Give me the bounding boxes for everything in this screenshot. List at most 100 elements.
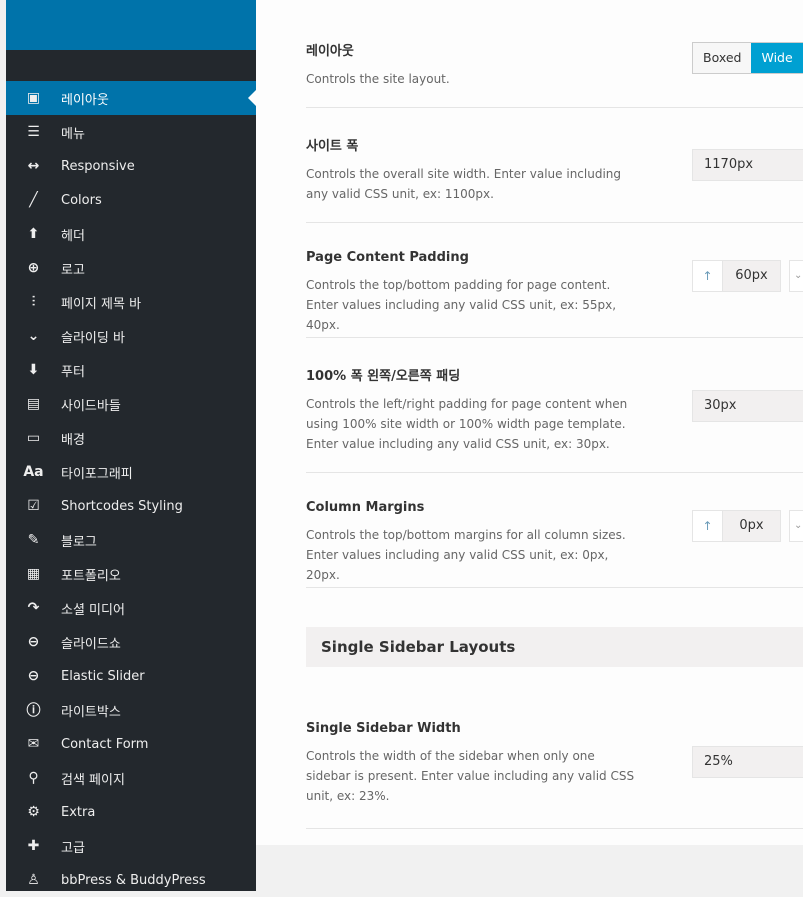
sidebar-item[interactable]: ✉ Contact Form bbox=[6, 727, 256, 761]
menu-icon: ☰ bbox=[27, 124, 40, 140]
sidebar-item[interactable]: ╱ Colors bbox=[6, 183, 256, 217]
page-padding-option: Page Content Padding Controls the top/bo… bbox=[306, 250, 803, 338]
sidebar-item-label: 배경 bbox=[61, 432, 85, 448]
sidebar-item[interactable]: ⊖ 슬라이드쇼 bbox=[6, 625, 256, 659]
sidebar-item[interactable]: ⓘ 라이트박스 bbox=[6, 693, 256, 727]
sidebar-item-label: 슬라이드쇼 bbox=[61, 636, 121, 652]
plus-circle-icon: ⊕ bbox=[27, 260, 40, 276]
options-menu: ▣ 레이아웃 ☰ 메뉴 ↔ Responsive ╱ Colors ⬆ 헤더 ⊕ 로고 ⫶ 페이지 제목 … bbox=[6, 81, 256, 897]
sidebar-item[interactable]: ⚲ 검색 페이지 bbox=[6, 761, 256, 795]
arrow-down-icon: ⬇ bbox=[27, 362, 40, 378]
boxed-button[interactable]: Boxed bbox=[693, 43, 752, 73]
edit-icon: ✎ bbox=[27, 532, 40, 548]
sidebar-item-label: 메뉴 bbox=[61, 126, 85, 142]
sidebar-item[interactable]: ✎ 블로그 bbox=[6, 523, 256, 557]
site-width-option: 사이트 폭 Controls the overall site width. E… bbox=[306, 135, 803, 223]
column-margins-input[interactable]: 0px bbox=[723, 510, 781, 542]
arrow-up-icon: ↑ bbox=[692, 260, 723, 292]
arrow-down-icon: ⌄ bbox=[789, 260, 803, 292]
arrow-down-icon: ⌄ bbox=[789, 510, 803, 542]
sidebar-item[interactable]: ☑ Shortcodes Styling bbox=[6, 489, 256, 523]
hundred-padding-input[interactable]: 30px bbox=[692, 390, 803, 422]
sidebar-item[interactable]: ⊖ Elastic Slider bbox=[6, 659, 256, 693]
brush-icon: ╱ bbox=[29, 192, 38, 208]
sidebar-item-label: bbPress & BuddyPress bbox=[61, 872, 206, 888]
options-sidebar: ▣ 레이아웃 ☰ 메뉴 ↔ Responsive ╱ Colors ⬆ 헤더 ⊕ 로고 ⫶ 페이지 제목 … bbox=[6, 0, 256, 891]
sidebar-item-label: 슬라이딩 바 bbox=[61, 330, 125, 346]
option-desc: Controls the top/bottom padding for page… bbox=[306, 278, 617, 332]
wide-button[interactable]: Wide bbox=[751, 43, 803, 73]
sidebar-item[interactable]: ✚ 고급 bbox=[6, 829, 256, 863]
info-icon: ⓘ bbox=[26, 703, 41, 719]
puzzle-icon: ✚ bbox=[27, 838, 40, 854]
option-title: 100% 폭 왼쪽/오른쪽 패딩 bbox=[306, 369, 461, 384]
option-title: Single Sidebar Width bbox=[306, 721, 461, 736]
sidebar-item[interactable]: ▦ 포트폴리오 bbox=[6, 557, 256, 591]
layout-option: 레이아웃 Controls the site layout. Boxed Wid… bbox=[306, 40, 803, 108]
sidebar-item[interactable]: ▤ 사이드바들 bbox=[6, 387, 256, 421]
column-margins-spinner: ↑ 0px ⌄ bbox=[692, 510, 803, 542]
sidebar-item[interactable]: ↔ Responsive bbox=[6, 149, 256, 183]
arrow-up-icon: ↑ bbox=[692, 510, 723, 542]
brand-header bbox=[6, 0, 256, 50]
arrows-horizontal-icon: ↔ bbox=[27, 158, 40, 174]
sidebar-item[interactable]: ⫶ 페이지 제목 바 bbox=[6, 285, 256, 319]
layout-toggle: Boxed Wide bbox=[692, 42, 803, 74]
sidebar-item-label: 소셜 미디어 bbox=[61, 602, 125, 618]
sidebar-item-label: 타이포그래피 bbox=[61, 466, 133, 482]
sidebar-item[interactable]: ⌄ 슬라이딩 바 bbox=[6, 319, 256, 353]
sidebar-item[interactable]: ▭ 배경 bbox=[6, 421, 256, 455]
option-desc: Controls the top/bottom margins for all … bbox=[306, 528, 626, 582]
sidebar-item-label: 푸터 bbox=[61, 364, 85, 380]
option-desc: Controls the width of the sidebar when o… bbox=[306, 749, 635, 803]
sidebar-item[interactable]: Aa 타이포그래피 bbox=[6, 455, 256, 489]
arrow-up-icon: ⬆ bbox=[27, 226, 40, 242]
site-width-input[interactable]: 1170px bbox=[692, 149, 803, 181]
sidebar-item-label: Elastic Slider bbox=[61, 668, 145, 684]
sidebar-item-label: 사이드바들 bbox=[61, 398, 121, 414]
sidebar-item[interactable]: ⬆ 헤더 bbox=[6, 217, 256, 251]
sidebar-item-label: Shortcodes Styling bbox=[61, 498, 183, 514]
column-margins-option: Column Margins Controls the top/bottom m… bbox=[306, 500, 803, 588]
slideshow-icon: ⊖ bbox=[27, 634, 40, 650]
layout-icon: ▣ bbox=[26, 90, 41, 106]
sidebar-item[interactable]: ⬇ 푸터 bbox=[6, 353, 256, 387]
sidebar-item-label: 로고 bbox=[61, 262, 85, 278]
user-icon: ♙ bbox=[27, 872, 40, 888]
sidebar-width-input[interactable]: 25% bbox=[692, 746, 803, 778]
sidebar-item[interactable]: ↷ 소셜 미디어 bbox=[6, 591, 256, 625]
sidebar-item-label: 헤더 bbox=[61, 228, 85, 244]
option-desc: Controls the overall site width. Enter v… bbox=[306, 167, 622, 201]
sidebar-item-label: 라이트박스 bbox=[61, 704, 121, 720]
page-padding-spinner: ↑ 60px ⌄ bbox=[692, 260, 803, 292]
sidebar-item[interactable]: ⚙ Extra bbox=[6, 795, 256, 829]
sidebar-item-label: 블로그 bbox=[61, 534, 97, 550]
sidebar-item[interactable]: ♙ bbPress & BuddyPress bbox=[6, 863, 256, 897]
monitor-icon: ▭ bbox=[26, 430, 41, 446]
sidebar-item-label: 검색 페이지 bbox=[61, 772, 125, 788]
sidebar-icon: ▤ bbox=[26, 396, 41, 412]
sidebar-item-label: 고급 bbox=[61, 840, 85, 856]
sidebar-item[interactable]: ▣ 레이아웃 bbox=[6, 81, 256, 115]
section-heading: Single Sidebar Layouts bbox=[306, 627, 803, 667]
chevron-down-icon: ⌄ bbox=[27, 328, 40, 344]
sidebar-item[interactable]: ☰ 메뉴 bbox=[6, 115, 256, 149]
options-panel: 레이아웃 Controls the site layout. Boxed Wid… bbox=[256, 0, 803, 845]
sidebar-item-label: Colors bbox=[61, 192, 102, 208]
page-padding-input[interactable]: 60px bbox=[723, 260, 781, 292]
share-icon: ↷ bbox=[27, 600, 40, 616]
search-icon: ⚲ bbox=[28, 770, 39, 786]
sidebar-item-label: 포트폴리오 bbox=[61, 568, 121, 584]
sidebar-item[interactable]: ⊕ 로고 bbox=[6, 251, 256, 285]
sidebar-item-label: 페이지 제목 바 bbox=[61, 296, 142, 312]
sidebar-item-label: 레이아웃 bbox=[61, 92, 109, 108]
grid-icon: ▦ bbox=[26, 566, 41, 582]
typography-icon: Aa bbox=[23, 464, 44, 480]
envelope-icon: ✉ bbox=[27, 736, 40, 752]
sidebar-width-option: Single Sidebar Width Controls the width … bbox=[306, 721, 803, 829]
sidebar-item-label: Contact Form bbox=[61, 736, 149, 752]
checkbox-icon: ☑ bbox=[27, 498, 40, 514]
gears-icon: ⚙ bbox=[27, 804, 40, 820]
option-desc: Controls the left/right padding for page… bbox=[306, 397, 628, 451]
sidebar-item-label: Extra bbox=[61, 804, 96, 820]
